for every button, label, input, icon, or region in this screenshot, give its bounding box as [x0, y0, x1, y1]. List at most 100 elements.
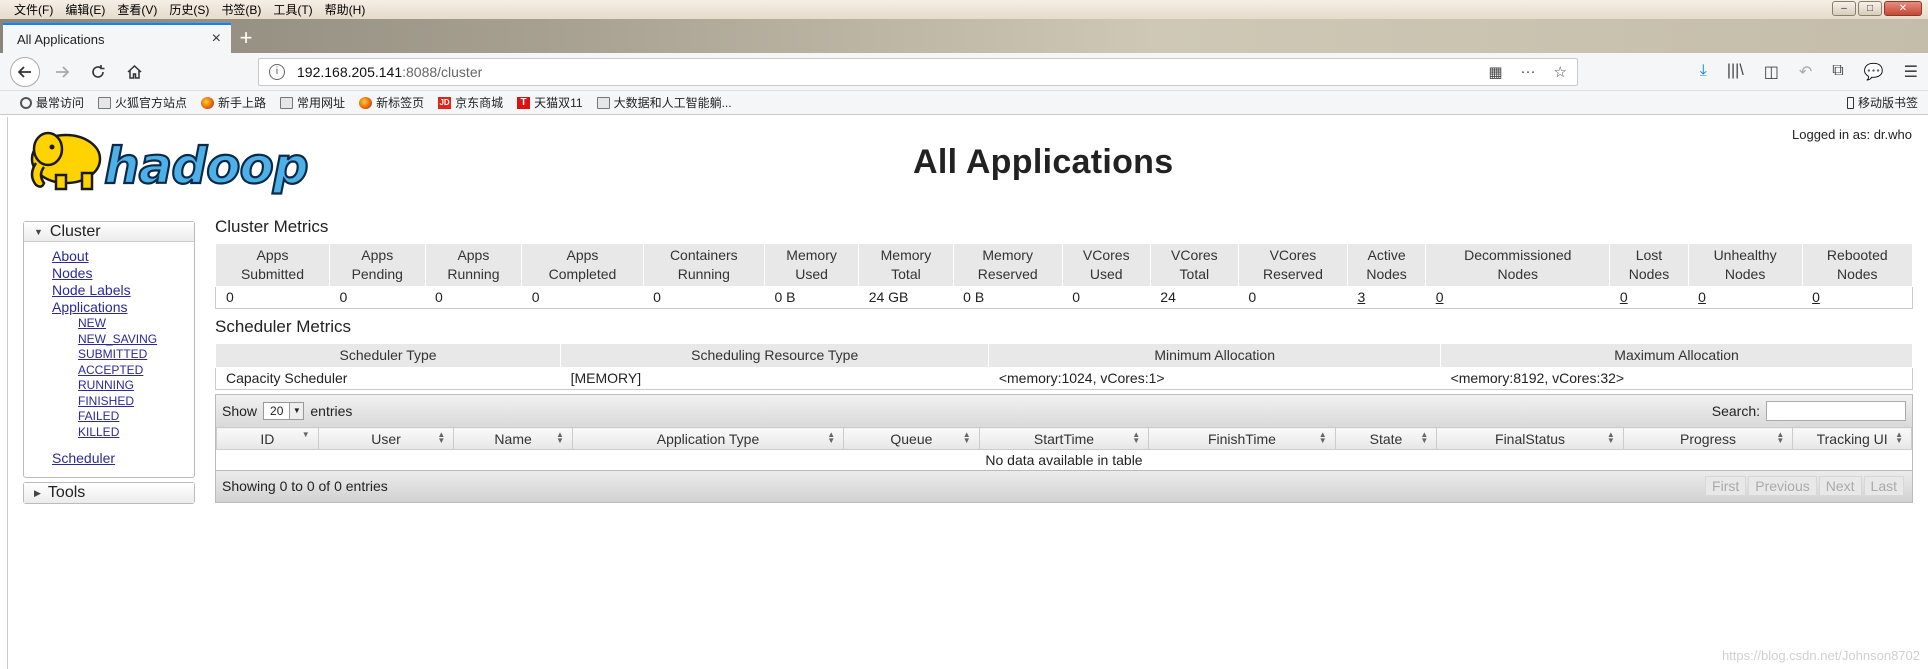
back-button[interactable] [10, 56, 40, 87]
nav-link-finished[interactable]: FINISHED [78, 394, 194, 410]
bookmark-bigdata-folder[interactable]: 大数据和人工智能躺... [596, 94, 732, 111]
cluster-metric-header: Rebooted Nodes [1801, 243, 1914, 287]
column-header[interactable]: FinalStatus ▲ ▼ [1436, 427, 1624, 450]
site-info-icon[interactable]: i [269, 63, 285, 80]
home-icon [126, 64, 142, 79]
column-header[interactable]: Application Type ▲ ▼ [571, 427, 845, 450]
url-bar[interactable]: i 192.168.205.141 :8088/cluster ▦ ··· ☆ [258, 57, 1578, 86]
bookmark-star-icon[interactable]: ☆ [1554, 63, 1567, 81]
header-line: Nodes [1628, 266, 1670, 282]
bookmark-firefox-official[interactable]: 火狐官方站点 [98, 94, 187, 111]
chat-icon[interactable]: 💬 [1864, 62, 1884, 82]
minimize-button[interactable]: – [1832, 1, 1856, 16]
sort-both-icon: ▲ ▼ [437, 430, 446, 445]
bookmark-common-sites[interactable]: 常用网址 [280, 94, 345, 111]
firefox-icon [359, 96, 373, 109]
nav-link-new-saving[interactable]: NEW_SAVING [78, 332, 194, 348]
cluster-metric-link[interactable]: 0 [1802, 286, 1914, 309]
window-controls: – □ ✕ [1832, 1, 1922, 16]
column-header[interactable]: Progress ▲ ▼ [1622, 427, 1794, 450]
column-header[interactable]: ID ▼ [216, 427, 319, 450]
column-header[interactable]: FinishTime ▲ ▼ [1148, 427, 1336, 450]
undo-icon[interactable]: ↶ [1799, 62, 1812, 82]
search-input[interactable] [1766, 401, 1906, 421]
scheduler-metric-value: Capacity Scheduler [214, 367, 561, 390]
nav-link-about[interactable]: About [52, 248, 194, 265]
cluster-nav-body: About Nodes Node Labels Applications NEW… [24, 242, 194, 477]
menu-help[interactable]: 帮助(H) [325, 1, 366, 18]
menu-file[interactable]: 文件(F) [14, 1, 53, 18]
cluster-nav-header[interactable]: ▼ Cluster [24, 222, 194, 242]
menu-view[interactable]: 查看(V) [117, 1, 157, 18]
sidebar-icon[interactable]: ◫ [1764, 62, 1779, 82]
pager-last-button[interactable]: Last [1863, 476, 1904, 496]
bookmark-tmall[interactable]: T 天猫双11 [517, 94, 583, 111]
bookmark-most-visited[interactable]: 最常访问 [20, 94, 84, 111]
pager-next-button[interactable]: Next [1818, 476, 1862, 496]
page-actions-icon[interactable]: ··· [1521, 63, 1536, 81]
page-length-select[interactable]: 20 ▼ [263, 402, 305, 420]
sort-both-icon: ▲ ▼ [556, 430, 564, 445]
menu-history[interactable]: 历史(S) [169, 1, 209, 18]
bookmark-new-tab[interactable]: 新标签页 [359, 94, 424, 111]
tools-nav-header[interactable]: ▶ Tools [24, 483, 194, 503]
nav-link-scheduler[interactable]: Scheduler [52, 450, 194, 467]
column-header[interactable]: Queue ▲ ▼ [843, 427, 980, 450]
cluster-metric-link[interactable]: 0 [1425, 286, 1610, 309]
qr-code-icon[interactable]: ▦ [1488, 63, 1502, 81]
menu-tools[interactable]: 工具(T) [273, 1, 312, 18]
nav-link-accepted[interactable]: ACCEPTED [78, 363, 194, 379]
tab-close-icon[interactable]: × [212, 30, 221, 48]
header-line: Used [795, 266, 828, 282]
cluster-metric-value: 0 [1062, 286, 1151, 309]
menu-edit[interactable]: 编辑(E) [65, 1, 105, 18]
nav-link-node-labels[interactable]: Node Labels [52, 282, 194, 299]
header-line: Lost [1635, 247, 1663, 263]
cluster-metric-value: 0 B [764, 286, 859, 309]
cluster-metric-link[interactable]: 0 [1609, 286, 1689, 309]
pager-previous-button[interactable]: Previous [1748, 476, 1817, 496]
forward-button[interactable] [48, 58, 76, 86]
nav-link-applications[interactable]: Applications [52, 299, 194, 316]
nav-link-submitted[interactable]: SUBMITTED [78, 347, 194, 363]
new-tab-button[interactable]: + [231, 23, 261, 53]
maximize-button[interactable]: □ [1858, 1, 1882, 16]
cluster-metric-header: Lost Nodes [1609, 243, 1689, 287]
screenshot-icon[interactable]: ⧉ [1832, 62, 1843, 82]
pager-first-button[interactable]: First [1705, 476, 1747, 496]
mobile-bookmarks[interactable]: 移动版书签 [1846, 94, 1918, 111]
column-header[interactable]: StartTime ▲ ▼ [978, 427, 1150, 450]
nav-link-nodes[interactable]: Nodes [52, 265, 194, 282]
nav-link-failed[interactable]: FAILED [78, 409, 194, 425]
nav-link-killed[interactable]: KILLED [78, 425, 194, 441]
cluster-metric-link[interactable]: 0 [1688, 286, 1803, 309]
bookmark-getting-started[interactable]: 新手上路 [201, 94, 266, 111]
column-header-label: Progress [1680, 430, 1737, 447]
cluster-metric-link[interactable]: 3 [1347, 286, 1426, 309]
menu-bookmarks[interactable]: 书签(B) [221, 1, 261, 18]
column-header-label: Queue [890, 430, 933, 447]
reload-button[interactable] [84, 58, 112, 86]
home-button[interactable] [120, 58, 148, 86]
column-header[interactable]: User ▲ ▼ [317, 427, 455, 450]
bookmark-label: 大数据和人工智能躺... [613, 96, 732, 110]
page-title: All Applications [913, 143, 1174, 181]
hadoop-logo[interactable]: hadoop [26, 125, 336, 201]
column-header[interactable]: Name ▲ ▼ [453, 427, 573, 450]
bookmark-jd[interactable]: JD 京东商城 [438, 94, 503, 111]
cluster-metric-header: Unhealthy Nodes [1687, 243, 1803, 287]
close-window-button[interactable]: ✕ [1884, 1, 1922, 16]
nav-link-new[interactable]: NEW [78, 316, 194, 332]
column-header[interactable]: State ▲ ▼ [1334, 427, 1438, 450]
tab-all-applications[interactable]: All Applications × [3, 23, 231, 53]
scheduler-metric-value: [MEMORY] [560, 367, 989, 390]
hamburger-menu-icon[interactable]: ☰ [1904, 62, 1918, 82]
library-icon[interactable]: |||\ [1727, 62, 1744, 82]
column-header[interactable]: Tracking UI ▲ ▼ [1792, 427, 1912, 450]
page-body: Logged in as: dr.who hadoop All Applicat… [8, 117, 1928, 669]
download-icon[interactable]: ⤓ [1700, 62, 1707, 82]
nav-link-running[interactable]: RUNNING [78, 378, 194, 394]
header-line: Running [447, 266, 500, 282]
bookmarks-bar: 最常访问 火狐官方站点 新手上路 常用网址 新标签页 JD 京东商城 T 天猫双11… [0, 91, 1928, 115]
sort-both-icon: ▲ ▼ [1318, 430, 1327, 445]
